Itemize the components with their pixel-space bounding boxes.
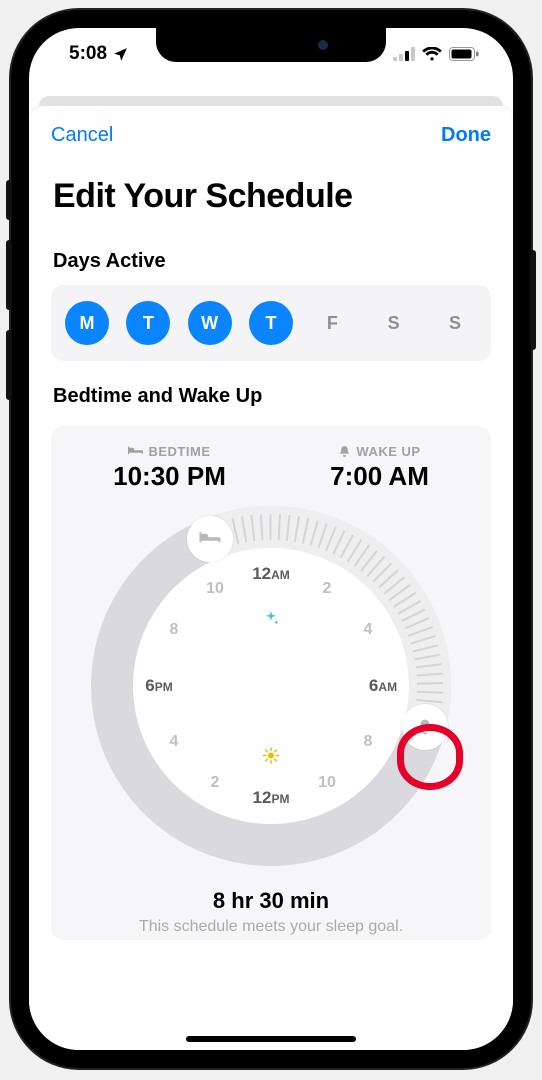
modal-sheet: Cancel Done Edit Your Schedule Days Acti… (29, 106, 513, 1050)
screen: 5:08 Cancel Done Edit Your Schedule Days… (29, 28, 513, 1050)
cellular-icon (393, 47, 415, 61)
wakeup-handle[interactable] (402, 704, 448, 750)
clock-tick: 6AM (369, 676, 397, 696)
bedtime-wakeup-label: Bedtime and Wake Up (29, 361, 513, 420)
wakeup-display: WAKE UP 7:00 AM (330, 444, 429, 492)
days-selector: MTWTFSS (51, 285, 491, 361)
sleep-clock[interactable]: 12AM 2 4 6AM 8 10 12PM 2 4 6PM 8 10 (91, 506, 451, 866)
clock-tick: 8 (364, 733, 373, 751)
sun-icon (262, 747, 280, 770)
clock-tick: 6PM (145, 676, 172, 696)
home-indicator[interactable] (186, 1036, 356, 1042)
bedtime-handle[interactable] (187, 516, 233, 562)
day-toggle-1[interactable]: T (126, 301, 170, 345)
page-title: Edit Your Schedule (29, 151, 513, 226)
bedtime-display: BEDTIME 10:30 PM (113, 444, 226, 492)
sleep-goal-text: This schedule meets your sleep goal. (61, 918, 481, 940)
sparkle-icon (262, 610, 280, 633)
phone-frame: 5:08 Cancel Done Edit Your Schedule Days… (11, 10, 531, 1068)
clock-tick: 2 (323, 580, 332, 598)
clock-tick: 8 (170, 621, 179, 639)
day-toggle-2[interactable]: W (188, 301, 232, 345)
status-time: 5:08 (69, 43, 107, 65)
clock-tick: 4 (364, 621, 373, 639)
notch (156, 28, 386, 62)
bell-icon (416, 718, 434, 736)
clock-tick: 4 (170, 733, 179, 751)
clock-tick: 12PM (253, 788, 290, 808)
bedtime-value: 10:30 PM (113, 461, 226, 492)
clock-tick: 2 (211, 774, 220, 792)
clock-tick: 12AM (252, 564, 290, 584)
clock-tick: 10 (206, 580, 224, 598)
sleep-duration: 8 hr 30 min (61, 888, 481, 914)
day-toggle-6[interactable]: S (433, 301, 477, 345)
days-active-label: Days Active (29, 226, 513, 285)
schedule-card: BEDTIME 10:30 PM WAKE UP 7:00 AM (51, 426, 491, 940)
bed-icon (199, 532, 221, 546)
location-icon (112, 46, 129, 63)
wakeup-value: 7:00 AM (330, 461, 429, 492)
bell-icon (338, 445, 351, 458)
day-toggle-0[interactable]: M (65, 301, 109, 345)
day-toggle-4[interactable]: F (310, 301, 354, 345)
day-toggle-5[interactable]: S (372, 301, 416, 345)
day-toggle-3[interactable]: T (249, 301, 293, 345)
battery-icon (449, 47, 479, 61)
wifi-icon (422, 47, 442, 61)
done-button[interactable]: Done (441, 124, 491, 147)
bed-icon (128, 446, 143, 457)
clock-tick: 10 (318, 774, 336, 792)
cancel-button[interactable]: Cancel (51, 124, 113, 147)
